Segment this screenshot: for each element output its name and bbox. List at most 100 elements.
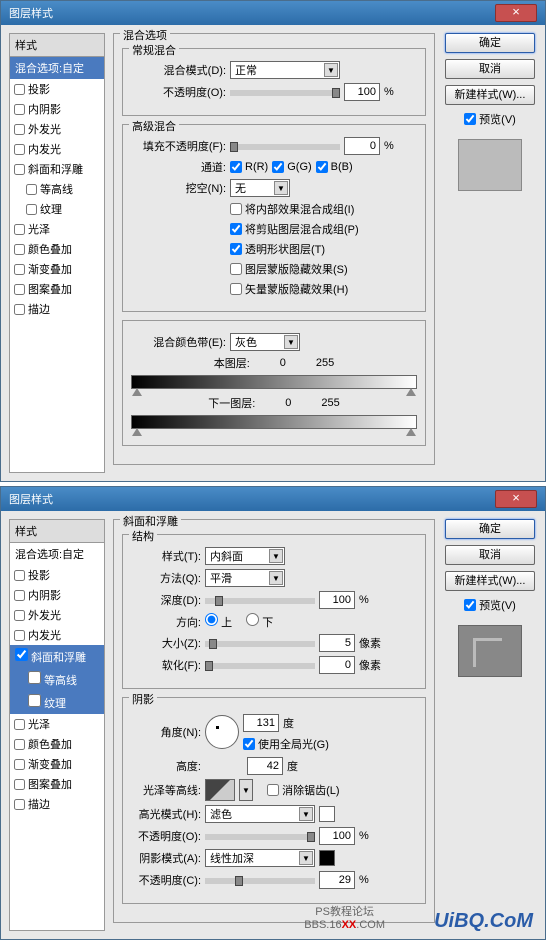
highlight-mode-select[interactable]: 滤色▼: [205, 805, 315, 823]
opacity-label: 不透明度(O):: [131, 84, 226, 100]
size-input[interactable]: 5: [319, 634, 355, 652]
sidebar-header[interactable]: 样式: [10, 34, 104, 57]
shadow-opacity-slider[interactable]: [205, 878, 315, 884]
cancel-button[interactable]: 取消: [445, 545, 535, 565]
gloss-contour-picker[interactable]: [205, 779, 235, 801]
opt-blend-interior[interactable]: 将内部效果混合成组(I): [230, 201, 354, 217]
checkbox[interactable]: [14, 84, 25, 95]
chevron-down-icon[interactable]: ▼: [239, 779, 253, 801]
fill-input[interactable]: 0: [344, 137, 380, 155]
fill-slider[interactable]: [230, 144, 340, 150]
opt-transparency-shapes[interactable]: 透明形状图层(T): [230, 241, 325, 257]
sidebar-item-contour[interactable]: 等高线: [10, 668, 104, 691]
sidebar-item-bevel-active[interactable]: 斜面和浮雕: [10, 645, 104, 668]
checkbox[interactable]: [14, 264, 25, 275]
sidebar-item-outer-glow[interactable]: 外发光: [10, 119, 104, 139]
sidebar-blend-options[interactable]: 混合选项:自定: [10, 57, 104, 79]
checkbox[interactable]: [14, 244, 25, 255]
sidebar-item-color-overlay[interactable]: 颜色叠加: [10, 239, 104, 259]
angle-input[interactable]: 131: [243, 714, 279, 732]
sidebar-item-drop-shadow[interactable]: 投影: [10, 79, 104, 99]
checkbox[interactable]: [14, 124, 25, 135]
checkbox[interactable]: [26, 184, 37, 195]
soften-slider[interactable]: [205, 663, 315, 669]
shadow-mode-select[interactable]: 线性加深▼: [205, 849, 315, 867]
channel-r[interactable]: R(R): [230, 161, 268, 173]
under-layer-gradient[interactable]: [131, 415, 417, 429]
checkbox[interactable]: [14, 104, 25, 115]
general-blend-group: 常规混合 混合模式(D): 正常▼ 不透明度(O): 100 %: [122, 48, 426, 116]
sidebar-item-inner-shadow[interactable]: 内阴影: [10, 585, 104, 605]
blend-options-group: 混合选项 常规混合 混合模式(D): 正常▼ 不透明度(O): 100 %: [113, 33, 435, 465]
highlight-color-swatch[interactable]: [319, 806, 335, 822]
shadow-opacity-input[interactable]: 29: [319, 871, 355, 889]
ok-button[interactable]: 确定: [445, 33, 535, 53]
knockout-select[interactable]: 无▼: [230, 179, 290, 197]
direction-up[interactable]: 上: [205, 613, 232, 630]
close-button[interactable]: ×: [495, 4, 537, 22]
sidebar-item-color-overlay[interactable]: 颜色叠加: [10, 734, 104, 754]
close-button[interactable]: ×: [495, 490, 537, 508]
sidebar-blend-options[interactable]: 混合选项:自定: [10, 543, 104, 565]
shadow-color-swatch[interactable]: [319, 850, 335, 866]
highlight-opacity-input[interactable]: 100: [319, 827, 355, 845]
titlebar[interactable]: 图层样式 ×: [1, 1, 545, 25]
blend-mode-select[interactable]: 正常▼: [230, 61, 340, 79]
sidebar-item-inner-glow[interactable]: 内发光: [10, 139, 104, 159]
preview-checkbox[interactable]: 预览(V): [464, 597, 516, 613]
size-slider[interactable]: [205, 641, 315, 647]
cancel-button[interactable]: 取消: [445, 59, 535, 79]
sidebar-item-contour[interactable]: 等高线: [10, 179, 104, 199]
new-style-button[interactable]: 新建样式(W)...: [445, 85, 535, 105]
angle-dial[interactable]: [205, 715, 239, 749]
highlight-opacity-slider[interactable]: [205, 834, 315, 840]
sidebar-item-gradient-overlay[interactable]: 渐变叠加: [10, 259, 104, 279]
opt-vector-mask-hides[interactable]: 矢量蒙版隐藏效果(H): [230, 281, 348, 297]
titlebar[interactable]: 图层样式 ×: [1, 487, 545, 511]
depth-label: 深度(D):: [131, 592, 201, 608]
checkbox[interactable]: [26, 204, 37, 215]
style-select[interactable]: 内斜面▼: [205, 547, 285, 565]
altitude-input[interactable]: 42: [247, 757, 283, 775]
sidebar-item-stroke[interactable]: 描边: [10, 299, 104, 319]
sidebar-item-stroke[interactable]: 描边: [10, 794, 104, 814]
sidebar-item-texture[interactable]: 纹理: [10, 199, 104, 219]
opacity-input[interactable]: 100: [344, 83, 380, 101]
checkbox[interactable]: [14, 224, 25, 235]
checkbox[interactable]: [14, 164, 25, 175]
sidebar-header[interactable]: 样式: [10, 520, 104, 543]
channel-g[interactable]: G(G): [272, 161, 311, 173]
direction-down[interactable]: 下: [246, 613, 273, 630]
depth-input[interactable]: 100: [319, 591, 355, 609]
ok-button[interactable]: 确定: [445, 519, 535, 539]
sidebar-item-satin[interactable]: 光泽: [10, 714, 104, 734]
sidebar-item-pattern-overlay[interactable]: 图案叠加: [10, 279, 104, 299]
sidebar-item-texture[interactable]: 纹理: [10, 691, 104, 714]
opt-blend-clipped[interactable]: 将剪贴图层混合成组(P): [230, 221, 359, 237]
new-style-button[interactable]: 新建样式(W)...: [445, 571, 535, 591]
soften-input[interactable]: 0: [319, 656, 355, 674]
checkbox[interactable]: [14, 284, 25, 295]
sidebar-item-gradient-overlay[interactable]: 渐变叠加: [10, 754, 104, 774]
technique-select[interactable]: 平滑▼: [205, 569, 285, 587]
opt-layer-mask-hides[interactable]: 图层蒙版隐藏效果(S): [230, 261, 348, 277]
checkbox[interactable]: [14, 144, 25, 155]
opacity-slider[interactable]: [230, 90, 340, 96]
this-layer-gradient[interactable]: [131, 375, 417, 389]
blendif-select[interactable]: 灰色▼: [230, 333, 300, 351]
antialias-checkbox[interactable]: 消除锯齿(L): [267, 782, 339, 798]
sidebar-item-bevel[interactable]: 斜面和浮雕: [10, 159, 104, 179]
global-light-checkbox[interactable]: 使用全局光(G): [243, 736, 329, 752]
sidebar-item-pattern-overlay[interactable]: 图案叠加: [10, 774, 104, 794]
technique-label: 方法(Q):: [131, 570, 201, 586]
fill-opacity-label: 填充不透明度(F):: [131, 138, 226, 154]
sidebar-item-inner-glow[interactable]: 内发光: [10, 625, 104, 645]
depth-slider[interactable]: [205, 598, 315, 604]
checkbox[interactable]: [14, 304, 25, 315]
preview-checkbox[interactable]: 预览(V): [464, 111, 516, 127]
sidebar-item-satin[interactable]: 光泽: [10, 219, 104, 239]
channel-b[interactable]: B(B): [316, 161, 353, 173]
sidebar-item-outer-glow[interactable]: 外发光: [10, 605, 104, 625]
sidebar-item-inner-shadow[interactable]: 内阴影: [10, 99, 104, 119]
sidebar-item-drop-shadow[interactable]: 投影: [10, 565, 104, 585]
